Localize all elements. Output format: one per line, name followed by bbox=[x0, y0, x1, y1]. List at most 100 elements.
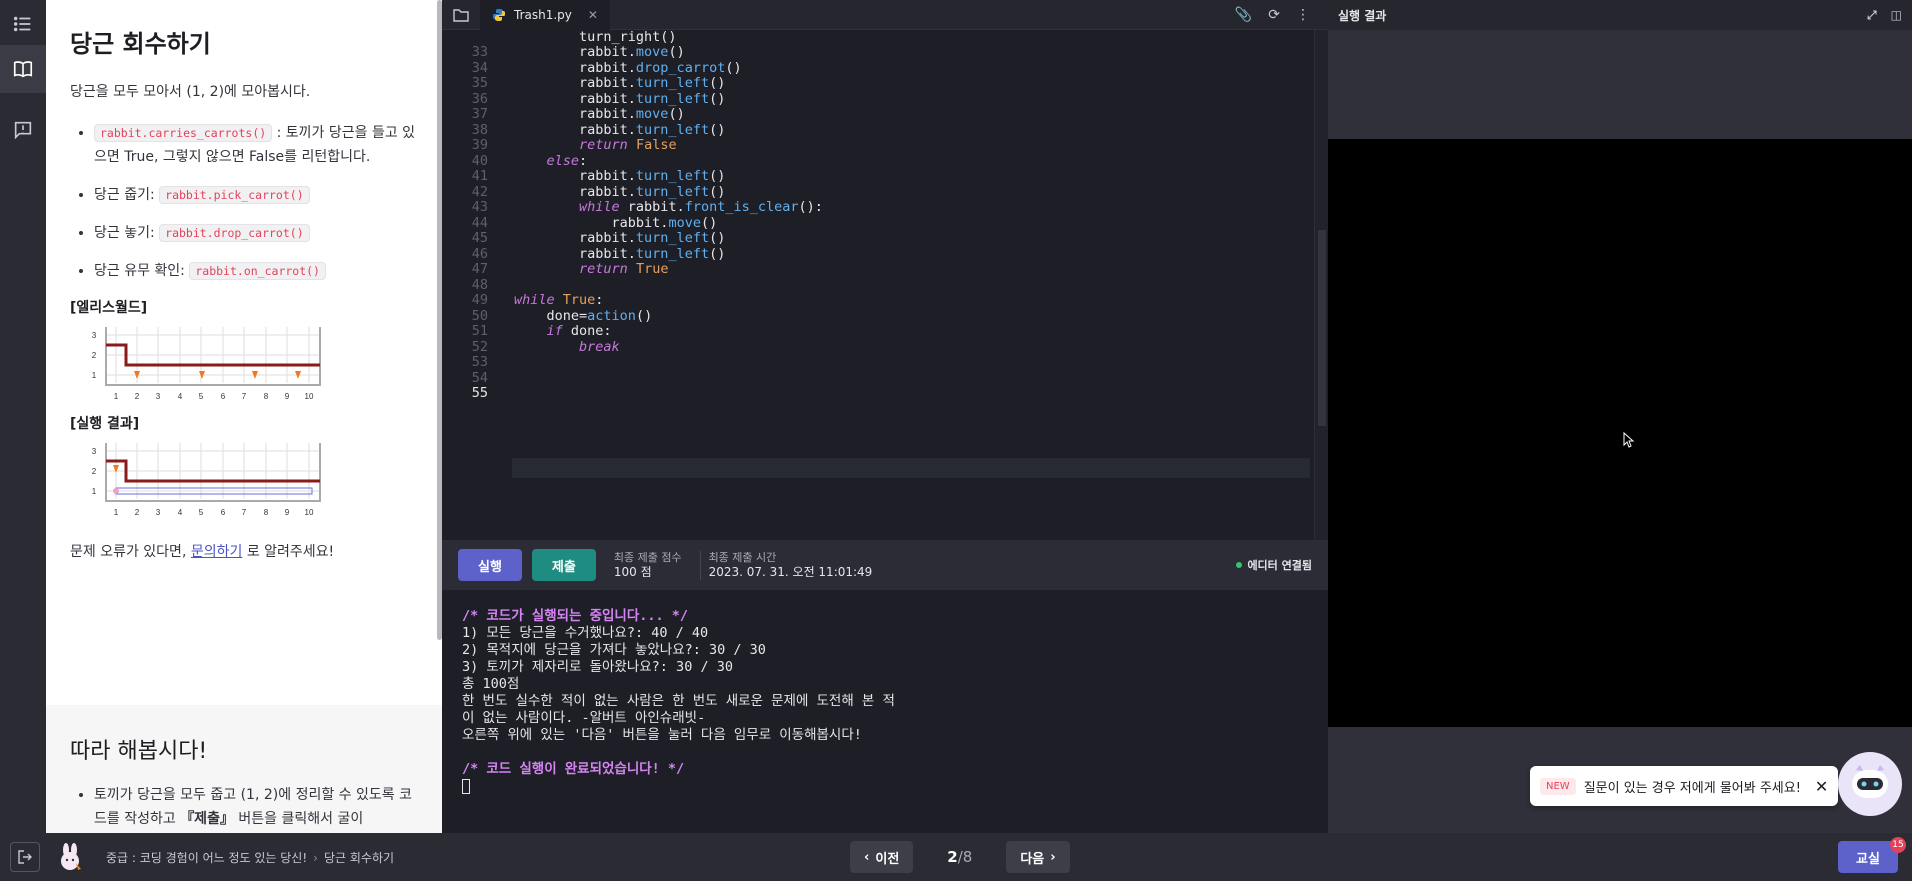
inquiry-link[interactable]: 문의하기 bbox=[191, 544, 243, 560]
console-line: /* 코드가 실행되는 중입니다... */ bbox=[462, 608, 689, 624]
next-button[interactable]: 다음 › bbox=[1006, 841, 1070, 873]
follow-section: 따라 해봅시다! 토끼가 당근을 모두 줍고 (1, 2)에 정리할 수 있도록… bbox=[46, 705, 442, 833]
follow-bold: 『제출』 bbox=[180, 811, 234, 827]
svg-text:3: 3 bbox=[156, 392, 161, 401]
svg-text:5: 5 bbox=[199, 508, 204, 517]
notification-badge: 15 bbox=[1890, 837, 1906, 853]
svg-text:1: 1 bbox=[114, 508, 119, 517]
lesson-bullets: rabbit.carries_carrots() : 토끼가 당근을 들고 있으… bbox=[94, 121, 418, 283]
code-line: else: bbox=[546, 152, 588, 169]
svg-text:3: 3 bbox=[156, 508, 161, 517]
assistant-bot-icon[interactable] bbox=[1838, 752, 1902, 816]
console-line: 오른쪽 위에 있는 '다음' 버튼을 눌러 다음 임무로 이동해봅시다! bbox=[462, 727, 862, 743]
lesson-title: 당근 회수하기 bbox=[70, 30, 211, 58]
prev-label: 이전 bbox=[875, 851, 900, 867]
line-number: 43 bbox=[471, 199, 488, 215]
page-total: /8 bbox=[957, 848, 973, 866]
code-inline: rabbit.pick_carrot() bbox=[159, 186, 310, 204]
code-line: rabbit.move() bbox=[514, 44, 685, 60]
svg-text:10: 10 bbox=[305, 508, 314, 517]
chevron-left-icon: ‹ bbox=[864, 849, 870, 865]
line-number: 33 bbox=[471, 44, 488, 60]
world-diagram: 3 2 1 1 2 3 4 5 6 7 8 9 10 bbox=[92, 327, 321, 401]
line-number: 35 bbox=[471, 75, 488, 91]
result-header: 실행 결과 ⤢ ◫ bbox=[1328, 0, 1912, 30]
svg-text:9: 9 bbox=[285, 508, 290, 517]
code-line: while True: bbox=[514, 292, 604, 308]
code-line: rabbit.turn_left() bbox=[514, 168, 726, 184]
svg-text:5: 5 bbox=[199, 392, 204, 401]
svg-text:1: 1 bbox=[92, 371, 97, 380]
run-button[interactable]: 실행 bbox=[458, 549, 522, 581]
line-number: 55 bbox=[471, 385, 488, 401]
line-number: 44 bbox=[471, 214, 488, 231]
split-icon[interactable]: ◫ bbox=[1891, 8, 1902, 23]
mouse-pointer-icon bbox=[1623, 432, 1635, 448]
tab-file[interactable]: Trash1.py ✕ bbox=[480, 0, 610, 30]
page-nav: ‹ 이전 2/8 다음 › bbox=[850, 841, 1070, 873]
code-line: rabbit.turn_left() bbox=[514, 230, 726, 246]
line-number: 52 bbox=[471, 338, 488, 355]
time-meta: 최종 제출 시간 2023. 07. 31. 오전 11:01:49 bbox=[699, 550, 881, 580]
code-inline: rabbit.drop_carrot() bbox=[159, 224, 310, 242]
line-number: 45 bbox=[471, 230, 488, 246]
editor-tabs: Trash1.py ✕ 📎 ⟳ ⋮ bbox=[442, 0, 1328, 30]
folder-icon[interactable] bbox=[442, 8, 480, 22]
editor-tools: 📎 ⟳ ⋮ bbox=[1235, 7, 1328, 23]
list-item: 토끼가 당근을 모두 줍고 (1, 2)에 정리할 수 있도록 코드를 작성하고… bbox=[94, 783, 418, 831]
line-number: 36 bbox=[471, 90, 488, 107]
list-item: 당근 놓기: rabbit.drop_carrot() bbox=[94, 221, 418, 245]
console-output[interactable]: /* 코드가 실행되는 중입니다... */1) 모든 당근을 수거했나요?: … bbox=[442, 590, 1328, 833]
console-line: 1) 모든 당근을 수거했나요?: 40 / 40 bbox=[462, 625, 709, 641]
connection-status: 에디터 연결됨 bbox=[1236, 557, 1312, 573]
clip-icon[interactable]: 📎 bbox=[1235, 7, 1252, 23]
refresh-icon[interactable]: ⟳ bbox=[1268, 7, 1280, 23]
bullet-text: 당근 유무 확인: bbox=[94, 263, 190, 279]
close-icon[interactable]: ✕ bbox=[1815, 777, 1828, 796]
result-panel: 실행 결과 ⤢ ◫ bbox=[1328, 0, 1912, 833]
code-inline: rabbit.on_carrot() bbox=[189, 262, 326, 280]
close-icon[interactable]: ✕ bbox=[588, 8, 598, 22]
chat-tooltip[interactable]: NEW 질문이 있는 경우 저에게 물어봐 주세요! ✕ bbox=[1530, 766, 1839, 806]
bullet-text: 당근 놓기: bbox=[94, 225, 160, 241]
expand-icon[interactable]: ⤢ bbox=[1867, 8, 1877, 23]
code-line: rabbit.drop_carrot() bbox=[514, 59, 742, 76]
feedback-icon[interactable] bbox=[0, 106, 46, 154]
rabbit-mascot-icon bbox=[61, 843, 81, 870]
line-number: 39 bbox=[471, 137, 488, 153]
run-bar: 실행 제출 최종 제출 점수 100 점 최종 제출 시간 2023. 07. … bbox=[442, 540, 1328, 590]
prev-button[interactable]: ‹ 이전 bbox=[850, 841, 914, 873]
console-line: 이 없는 사람이다. -알버트 아인슈래빗- bbox=[462, 710, 706, 726]
bottom-bar: 중급 : 코딩 경험이 어느 정도 있는 당신! › 당근 회수하기 ‹ 이전 2/8… bbox=[0, 833, 1912, 881]
console-line: 한 번도 실수한 적이 없는 사람은 한 번도 새로운 문제에 도전해 본 적 bbox=[462, 693, 895, 709]
result-canvas[interactable] bbox=[1328, 139, 1912, 727]
lesson-panel: 당근 회수하기 당근을 모두 모아서 (1, 2)에 모아봅시다. rabbit… bbox=[46, 0, 442, 833]
submit-button[interactable]: 제출 bbox=[531, 549, 596, 581]
exit-icon[interactable] bbox=[10, 842, 40, 872]
code-area[interactable]: turn_right() 33 rabbit.move() 34 rabbit.dr… bbox=[442, 30, 1310, 540]
breadcrumb: 중급 : 코딩 경험이 어느 정도 있는 당신! › 당근 회수하기 bbox=[106, 849, 394, 866]
code-scrollbar[interactable] bbox=[1314, 30, 1328, 540]
svg-text:8: 8 bbox=[264, 508, 269, 517]
list-item: 당근 유무 확인: rabbit.on_carrot() bbox=[94, 259, 418, 283]
help-suffix: 로 알려주세요! bbox=[242, 544, 335, 560]
breadcrumb-item: 당근 회수하기 bbox=[323, 851, 395, 865]
result-diagram: 3 2 1 1 2 3 4 5 6 7 8 9 10 bbox=[92, 443, 321, 517]
breadcrumb-item[interactable]: 중급 : 코딩 경험이 어느 정도 있는 당신! bbox=[106, 851, 307, 865]
classroom-button[interactable]: 교실 bbox=[1838, 841, 1898, 873]
follow-title: 따라 해봅시다! bbox=[70, 739, 208, 764]
time-value: 2023. 07. 31. 오전 11:01:49 bbox=[708, 564, 873, 579]
svg-text:7: 7 bbox=[242, 392, 247, 401]
line-number: 38 bbox=[471, 121, 488, 138]
svg-text:10: 10 bbox=[305, 392, 314, 401]
time-label: 최종 제출 시간 bbox=[708, 550, 777, 564]
list-item: rabbit.carries_carrots() : 토끼가 당근을 들고 있으… bbox=[94, 121, 418, 169]
result-heading: [실행 결과] bbox=[70, 416, 140, 432]
code-line: rabbit.turn_left() bbox=[514, 90, 726, 107]
svg-text:4: 4 bbox=[178, 392, 183, 401]
list-icon[interactable] bbox=[0, 0, 46, 48]
book-icon[interactable] bbox=[0, 45, 46, 93]
bullet-text: 당근 줍기: bbox=[94, 187, 160, 203]
more-icon[interactable]: ⋮ bbox=[1296, 7, 1310, 23]
